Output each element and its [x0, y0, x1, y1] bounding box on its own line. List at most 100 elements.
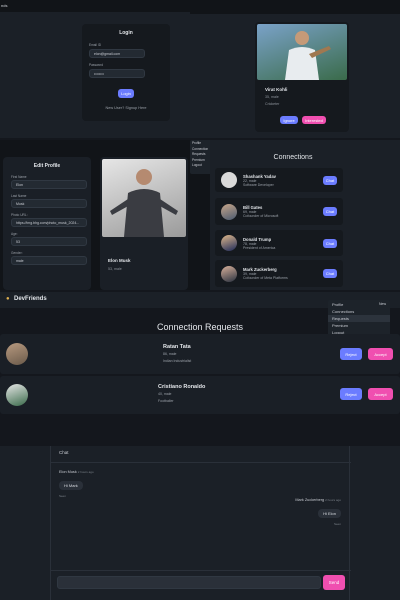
accept-button[interactable]: Accept: [368, 388, 393, 400]
connection-about: Cofounder of Meta Platforms: [243, 276, 288, 280]
first-name-label: First Name: [11, 175, 27, 179]
message-sender: Elon Musk: [59, 470, 77, 474]
message-right: Mark Zuckerberg 2 hours ago Hi Elon Seen: [295, 498, 341, 526]
request-name: Ratan Tata: [163, 344, 191, 350]
preview-name: Elon Musk: [108, 258, 131, 263]
message-status: Seen: [59, 494, 67, 498]
request-row: Cristiano Ronaldo 40, male Footballer Re…: [0, 376, 400, 414]
connections-section: Connections Shashank Yadav 22, male Soft…: [210, 140, 400, 290]
connection-about: Cofounder of Microsoft: [243, 214, 279, 218]
menu-connections[interactable]: Connections: [328, 308, 390, 315]
request-name: Cristiano Ronaldo: [158, 384, 206, 390]
photo-url-label: Photo URL :: [11, 213, 29, 217]
last-name-value: Musk: [16, 201, 25, 206]
chat-title: Chat: [59, 450, 69, 455]
request-avatar: [6, 343, 28, 365]
connection-avatar: [221, 235, 237, 251]
chat-button[interactable]: Chat: [323, 207, 337, 216]
connection-avatar: [221, 172, 237, 188]
chat-message-input[interactable]: [57, 576, 321, 589]
first-name-input[interactable]: Elon: [11, 180, 87, 189]
password-label: Password: [89, 63, 103, 67]
connections-title: Connections: [273, 154, 313, 161]
gender-label: Gender:: [11, 251, 23, 255]
photo-url-input[interactable]: https://img.bhg.com/photo_musk_2024...: [11, 218, 87, 227]
menu-profile-label: Profile: [332, 302, 344, 307]
feed-card: Virat Kohli 35, male Cricketer Ignore In…: [255, 22, 349, 132]
edit-profile-section: Edit Profile First Name Elon Last Name M…: [0, 140, 210, 298]
edit-profile-title: Edit Profile: [33, 163, 61, 169]
age-value: 53: [16, 239, 20, 244]
request-sub: 86, male: [163, 352, 177, 356]
menu-profile[interactable]: Profile New: [328, 301, 390, 308]
chat-button[interactable]: Chat: [323, 175, 337, 185]
first-name-value: Elon: [16, 182, 24, 187]
requests-title: Connection Requests: [156, 322, 244, 332]
connection-avatar: [221, 203, 237, 220]
chat-input-divider: [51, 570, 351, 571]
chat-divider: [51, 462, 351, 463]
navbar-brand[interactable]: DevFriends: [14, 296, 47, 302]
feed-card-about: Cricketer: [265, 102, 280, 106]
accept-button[interactable]: Accept: [368, 348, 393, 360]
connection-row: Donald Trump 78, male President of Ameri…: [215, 230, 343, 256]
last-name-label: Last Name: [11, 194, 27, 198]
signup-link[interactable]: New User? Signup Here: [82, 106, 170, 110]
photo-url-value: https://img.bhg.com/photo_musk_2024...: [16, 220, 80, 225]
chat-button[interactable]: Chat: [323, 269, 337, 278]
message-left: Elon Musk 2 hours ago Hi Mark Seen: [59, 470, 94, 498]
connection-name: Shashank Yadav: [243, 173, 276, 179]
chat-section: Chat Elon Musk 2 hours ago Hi Mark Seen …: [0, 446, 400, 600]
message-bubble: Hi Elon: [318, 509, 341, 518]
brand-fragment: nds: [1, 3, 8, 8]
password-input-value: ••••••••: [94, 71, 104, 76]
menu-requests[interactable]: Requests: [328, 315, 390, 322]
new-badge: New: [378, 302, 386, 306]
edit-profile-card: Edit Profile First Name Elon Last Name M…: [3, 157, 91, 290]
requests-section: ● DevFriends Profile New Connections Req…: [0, 292, 400, 444]
top-section: nds Login Email ID elon@gmail.com Passwo…: [0, 0, 400, 138]
age-input[interactable]: 53: [11, 237, 87, 246]
connection-row: Shashank Yadav 22, male Software Develop…: [215, 168, 343, 192]
elon-portrait-icon: [110, 169, 178, 237]
reject-button[interactable]: Reject: [340, 348, 362, 360]
chat-button[interactable]: Chat: [323, 238, 337, 248]
email-label: Email ID: [89, 43, 102, 47]
send-button[interactable]: Send: [323, 575, 345, 590]
connection-row: Bill Gates 69, male Cofounder of Microso…: [215, 198, 343, 225]
last-name-input[interactable]: Musk: [11, 199, 87, 208]
login-card: Login Email ID elon@gmail.com Password •…: [82, 24, 170, 121]
email-input[interactable]: elon@gmail.com: [89, 49, 145, 58]
message-bubble: Hi Mark: [59, 481, 83, 490]
interested-button[interactable]: Interested: [302, 116, 326, 124]
connection-about: Software Developer: [243, 182, 274, 187]
connection-about: President of America: [243, 245, 276, 250]
connection-name: Donald Trump: [243, 236, 272, 242]
login-title: Login: [119, 30, 133, 36]
gender-input[interactable]: male: [11, 256, 87, 265]
request-sub: 40, male: [158, 392, 172, 396]
request-avatar: [6, 384, 28, 406]
message-time: 2 hours ago: [77, 470, 94, 474]
request-about: Indian Industrialist: [163, 359, 192, 363]
feed-card-photo: [257, 24, 347, 80]
email-input-value: elon@gmail.com: [94, 51, 121, 56]
dev-logo-icon: ●: [6, 296, 10, 302]
password-input[interactable]: ••••••••: [89, 69, 145, 78]
message-status: Seen: [333, 522, 341, 526]
message-sender: Mark Zuckerberg: [295, 498, 325, 502]
request-about: Footballer: [158, 399, 174, 403]
person-silhouette-icon: [285, 31, 331, 80]
preview-sub: 53, male: [108, 267, 122, 271]
request-row: Ratan Tata 86, male Indian Industrialist…: [0, 334, 400, 374]
connection-row: Mark Zuckerberg 39, male Cofounder of Me…: [215, 260, 343, 287]
reject-button[interactable]: Reject: [340, 388, 362, 400]
login-button[interactable]: Login: [118, 89, 134, 98]
gender-value: male: [16, 258, 24, 263]
message-time: 2 hours ago: [325, 498, 341, 502]
top-bar-right: [190, 0, 400, 14]
profile-preview-card: Elon Musk 53, male Scaling Humans: [100, 157, 188, 298]
ignore-button[interactable]: Ignore: [280, 116, 298, 124]
connection-avatar: [221, 265, 237, 282]
feed-card-sub: 35, male: [265, 95, 279, 99]
